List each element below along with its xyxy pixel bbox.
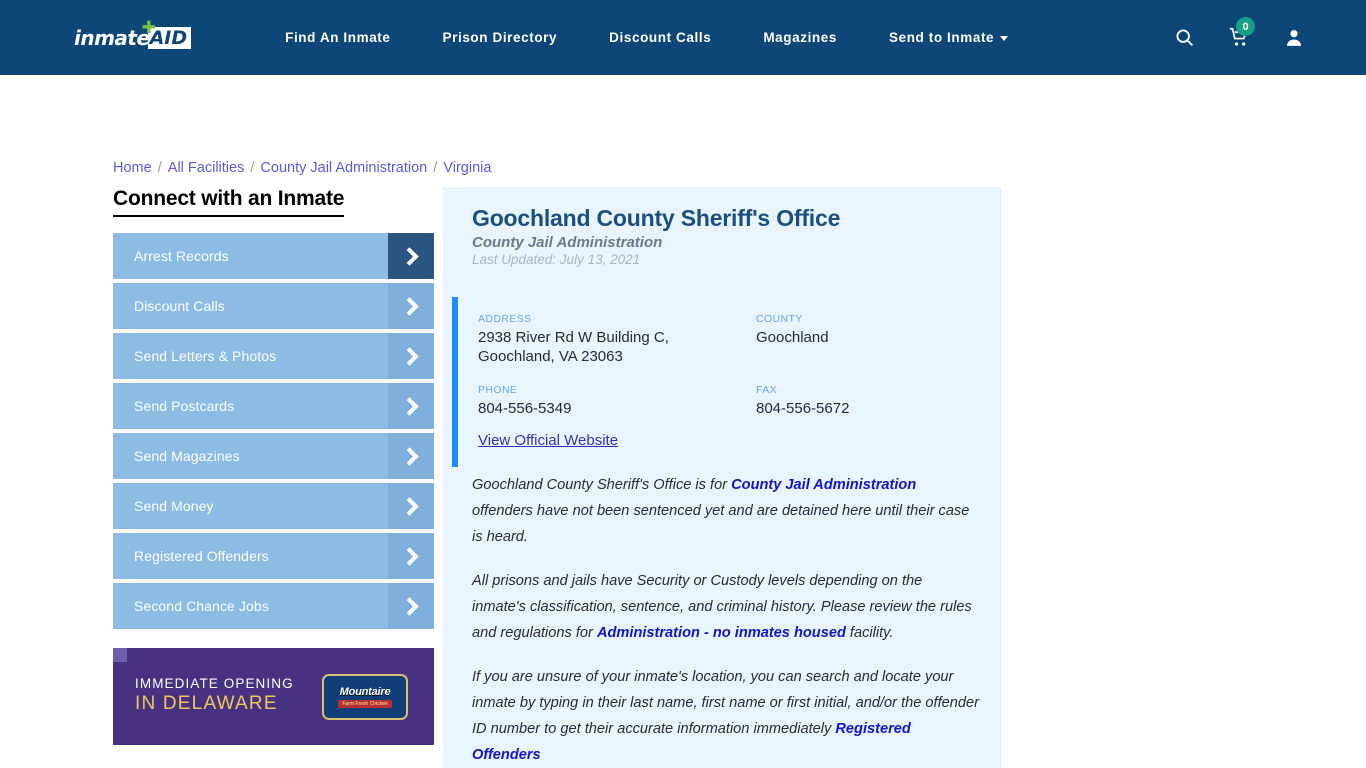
header-icon-group: 0: [1174, 17, 1304, 48]
sidebar-item-label: Send Letters & Photos: [134, 348, 277, 364]
chevron-right-icon: [388, 233, 434, 279]
chevron-down-icon: [1000, 35, 1009, 41]
sidebar-title: Connect with an Inmate: [113, 187, 344, 217]
page-title: Goochland County Sheriff's Office: [472, 205, 841, 231]
phone-value: 804-556-5349: [478, 400, 572, 418]
nav-item-find-an-inmate[interactable]: Find An Inmate: [259, 22, 416, 53]
facility-type: County Jail Administration: [472, 234, 663, 251]
ad-headline: IMMEDIATE OPENING: [135, 676, 294, 691]
logo-text: inmate: [74, 25, 150, 50]
breadcrumb: Home / All Facilities / County Jail Admi…: [113, 160, 491, 176]
chevron-right-icon: [388, 383, 434, 429]
sidebar-item-send-postcards[interactable]: Send Postcards: [113, 383, 434, 429]
ad-subheadline: IN DELAWARE: [135, 693, 278, 715]
chevron-right-icon: [388, 283, 434, 329]
para1-highlight: County Jail Administration: [731, 477, 917, 494]
para2-highlight: Administration - no inmates housed: [596, 624, 846, 641]
address-field: ADDRESS 2938 River Rd W Building C, Gooch…: [478, 313, 756, 366]
breadcrumb-item-home[interactable]: Home: [113, 160, 152, 176]
cart-icon[interactable]: 0: [1228, 17, 1255, 48]
sidebar-item-registered-offenders[interactable]: Registered Offenders: [113, 533, 434, 579]
fax-label: FAX: [756, 384, 778, 397]
facility-description: Goochland County Sheriff's Office is for…: [443, 467, 1002, 768]
main-navigation: Find An Inmate Prison Directory Discount…: [259, 22, 1034, 53]
sidebar-item-label: Send Magazines: [134, 448, 240, 464]
breadcrumb-separator: /: [429, 160, 442, 176]
description-paragraph-1: Goochland County Sheriff's Office is for…: [472, 473, 980, 551]
nav-item-magazines[interactable]: Magazines: [737, 22, 863, 53]
facility-detail-card: Goochland County Sheriff's Office County…: [443, 187, 1002, 768]
sidebar-item-send-money[interactable]: Send Money: [113, 483, 434, 529]
fax-value: 804-556-5672: [756, 400, 850, 418]
nav-label: Send to Inmate: [889, 30, 995, 45]
para1-part-a: Goochland County Sheriff's Office is for: [472, 477, 732, 494]
phone-label: PHONE: [478, 384, 518, 397]
breadcrumb-separator: /: [153, 160, 166, 176]
sidebar: Connect with an Inmate Arrest Records Di…: [113, 187, 434, 633]
nav-label: Discount Calls: [609, 30, 712, 45]
sidebar-item-label: Second Chance Jobs: [134, 598, 269, 614]
logo-aid-badge: ✚ AID: [142, 19, 192, 49]
advertisement-banner[interactable]: IMMEDIATE OPENING IN DELAWARE Mountaire …: [113, 648, 434, 745]
chevron-right-icon: [388, 583, 434, 629]
fax-field: FAX 804-556-5672: [756, 384, 1002, 418]
ad-brand-name: Mountaire: [339, 686, 391, 698]
sidebar-item-label: Discount Calls: [134, 298, 225, 314]
site-header: inmate ✚ AID Find An Inmate Prison Direc…: [0, 0, 1366, 75]
facility-header: Goochland County Sheriff's Office County…: [443, 187, 1002, 267]
breadcrumb-item-all-facilities[interactable]: All Facilities: [168, 160, 245, 176]
nav-item-prison-directory[interactable]: Prison Directory: [417, 22, 584, 53]
sidebar-item-send-magazines[interactable]: Send Magazines: [113, 433, 434, 479]
medical-cross-icon: ✚: [141, 17, 156, 38]
nav-label: Magazines: [763, 30, 837, 45]
description-paragraph-2: All prisons and jails have Security or C…: [472, 569, 980, 647]
chevron-right-icon: [388, 483, 434, 529]
nav-label: Prison Directory: [442, 30, 558, 45]
address-label: ADDRESS: [478, 313, 532, 325]
facility-last-updated: Last Updated: July 13, 2021: [472, 252, 641, 267]
breadcrumb-item-county-jail-administration[interactable]: County Jail Administration: [260, 160, 427, 176]
search-icon[interactable]: [1174, 27, 1195, 48]
sidebar-item-label: Send Postcards: [134, 398, 235, 414]
ad-text-block: IMMEDIATE OPENING IN DELAWARE: [135, 675, 294, 717]
cart-count-badge: 0: [1236, 17, 1255, 36]
facility-info-block: ADDRESS 2938 River Rd W Building C, Gooch…: [452, 297, 1002, 468]
sidebar-item-label: Arrest Records: [134, 248, 229, 264]
county-field: COUNTY Goochland: [756, 313, 1002, 366]
ad-brand-logo: Mountaire Farm Fresh Chicken: [322, 674, 408, 720]
nav-label: Find An Inmate: [285, 30, 391, 45]
ad-corner-decoration: [113, 648, 127, 662]
chevron-right-icon: [388, 433, 434, 479]
county-label: COUNTY: [756, 313, 803, 325]
site-logo[interactable]: inmate ✚ AID: [74, 19, 192, 52]
sidebar-item-label: Registered Offenders: [134, 548, 269, 564]
nav-item-send-to-inmate[interactable]: Send to Inmate: [863, 22, 1034, 53]
sidebar-item-label: Send Money: [134, 498, 214, 514]
sidebar-item-second-chance-jobs[interactable]: Second Chance Jobs: [113, 583, 434, 629]
sidebar-item-send-letters-photos[interactable]: Send Letters & Photos: [113, 333, 434, 379]
breadcrumb-separator: /: [246, 160, 259, 176]
para1-part-c: offenders have not been sentenced yet an…: [472, 503, 970, 546]
nav-item-discount-calls[interactable]: Discount Calls: [583, 22, 737, 53]
sidebar-item-arrest-records[interactable]: Arrest Records: [113, 233, 434, 279]
phone-field: PHONE 804-556-5349: [478, 384, 756, 418]
sidebar-item-discount-calls[interactable]: Discount Calls: [113, 283, 434, 329]
address-value: 2938 River Rd W Building C, Goochland, VA…: [478, 329, 669, 366]
para2-part-c: facility.: [845, 624, 894, 641]
ad-brand-tagline: Farm Fresh Chicken: [338, 700, 392, 708]
chevron-right-icon: [388, 533, 434, 579]
view-official-website-link[interactable]: View Official Website: [478, 432, 1002, 449]
county-value: Goochland: [756, 329, 829, 346]
breadcrumb-item-virginia[interactable]: Virginia: [443, 160, 491, 176]
description-paragraph-3: If you are unsure of your inmate's locat…: [472, 665, 980, 768]
chevron-right-icon: [388, 333, 434, 379]
user-account-icon[interactable]: [1284, 27, 1304, 48]
